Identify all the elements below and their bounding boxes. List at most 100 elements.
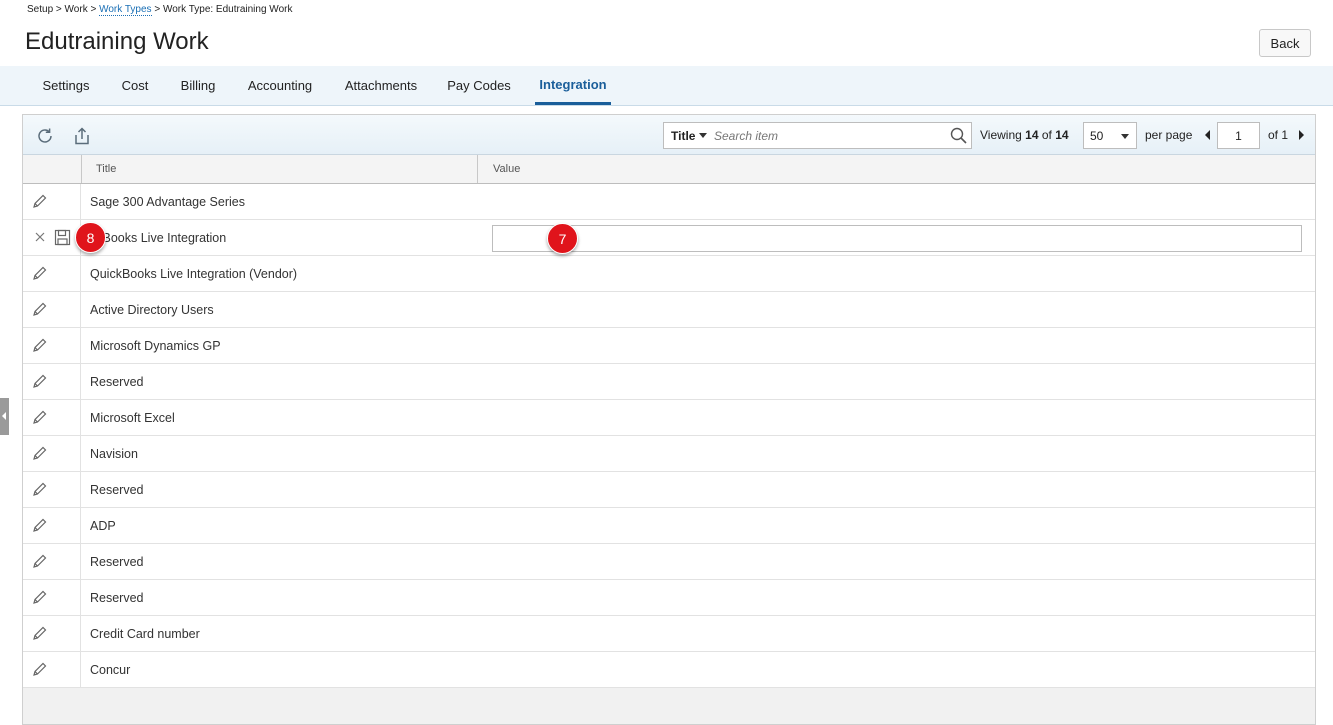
- table-row: Reserved: [23, 364, 1315, 400]
- grid-body: Sage 300 Advantage Series ckBooks Live I…: [23, 184, 1315, 688]
- save-icon[interactable]: [54, 229, 71, 246]
- grid-header: Title Value: [23, 155, 1315, 184]
- breadcrumb-work[interactable]: Work: [65, 4, 88, 15]
- tab-bar: Settings Cost Billing Accounting Attachm…: [0, 66, 1333, 106]
- column-header-value[interactable]: Value: [478, 155, 1314, 183]
- search-field-label: Title: [671, 128, 696, 143]
- grid-toolbar: Title Viewing 14 of 14 50 per page of 1: [23, 115, 1315, 155]
- row-title: Navision: [90, 446, 138, 461]
- viewing-total: 14: [1055, 128, 1069, 142]
- row-title: ADP: [90, 518, 116, 533]
- breadcrumb: Setup > Work > Work Types > Work Type: E…: [27, 4, 293, 16]
- integration-grid: Title Viewing 14 of 14 50 per page of 1 …: [22, 114, 1316, 725]
- sidebar-toggle-handle[interactable]: [0, 398, 9, 435]
- row-title: Active Directory Users: [90, 302, 214, 317]
- column-header-title[interactable]: Title: [81, 155, 477, 183]
- row-actions: [23, 220, 81, 255]
- edit-pencil-icon[interactable]: [31, 661, 48, 678]
- tab-pay-codes[interactable]: Pay Codes: [438, 66, 520, 105]
- export-icon[interactable]: [71, 125, 93, 147]
- edit-pencil-icon[interactable]: [31, 265, 48, 282]
- row-actions: [23, 508, 81, 543]
- tab-attachments[interactable]: Attachments: [332, 66, 430, 105]
- table-row: Concur: [23, 652, 1315, 688]
- table-row: Navision: [23, 436, 1315, 472]
- table-row: Active Directory Users: [23, 292, 1315, 328]
- edit-pencil-icon[interactable]: [31, 517, 48, 534]
- search-icon[interactable]: [949, 126, 968, 145]
- table-row: Microsoft Dynamics GP: [23, 328, 1315, 364]
- viewing-summary: Viewing 14 of 14: [980, 128, 1069, 142]
- tab-integration[interactable]: Integration: [535, 66, 611, 105]
- breadcrumb-separator: >: [90, 4, 97, 15]
- cancel-edit-icon[interactable]: [34, 231, 46, 243]
- edit-pencil-icon[interactable]: [31, 337, 48, 354]
- search-box: Title: [663, 122, 972, 149]
- tab-accounting[interactable]: Accounting: [236, 66, 324, 105]
- edit-pencil-icon[interactable]: [31, 589, 48, 606]
- tab-billing[interactable]: Billing: [168, 66, 228, 105]
- edit-pencil-icon[interactable]: [31, 553, 48, 570]
- row-actions: [23, 364, 81, 399]
- step-marker-badge: 8: [75, 222, 106, 253]
- page-count-label: of 1: [1268, 128, 1289, 142]
- value-input[interactable]: [492, 225, 1302, 252]
- edit-pencil-icon[interactable]: [31, 193, 48, 210]
- row-actions: [23, 328, 81, 363]
- edit-pencil-icon[interactable]: [31, 625, 48, 642]
- search-field-dropdown[interactable]: Title: [664, 123, 712, 148]
- viewing-of-label: of: [1041, 128, 1052, 142]
- row-title: Microsoft Excel: [90, 410, 175, 425]
- breadcrumb-current: Work Type: Edutraining Work: [162, 4, 293, 15]
- row-title: QuickBooks Live Integration (Vendor): [90, 266, 298, 281]
- next-page-icon[interactable]: [1299, 130, 1304, 140]
- viewing-label: Viewing: [980, 128, 1022, 142]
- edit-pencil-icon[interactable]: [31, 445, 48, 462]
- viewing-count: 14: [1025, 128, 1039, 142]
- page-title: Edutraining Work: [25, 28, 209, 55]
- edit-pencil-icon[interactable]: [31, 481, 48, 498]
- page-size-select[interactable]: 50: [1083, 122, 1137, 149]
- search-input[interactable]: [714, 125, 944, 146]
- back-button[interactable]: Back: [1259, 29, 1311, 57]
- per-page-label: per page: [1145, 128, 1193, 142]
- row-title: ckBooks Live Integration: [90, 230, 227, 245]
- page-size-value: 50: [1090, 128, 1104, 143]
- table-row: Reserved: [23, 580, 1315, 616]
- breadcrumb-setup[interactable]: Setup: [27, 4, 53, 15]
- row-actions: [23, 292, 81, 327]
- row-title: Microsoft Dynamics GP: [90, 338, 221, 353]
- row-actions: [23, 472, 81, 507]
- previous-page-icon[interactable]: [1205, 130, 1210, 140]
- row-title: Credit Card number: [90, 626, 200, 641]
- row-title: Reserved: [90, 554, 144, 569]
- breadcrumb-separator: >: [55, 4, 62, 15]
- table-row-editing: ckBooks Live Integration 8 7: [23, 220, 1315, 256]
- chevron-down-icon: [1121, 134, 1129, 139]
- edit-pencil-icon[interactable]: [31, 373, 48, 390]
- row-actions: [23, 652, 81, 687]
- tab-settings[interactable]: Settings: [30, 66, 102, 105]
- row-actions: [23, 436, 81, 471]
- row-title: Sage 300 Advantage Series: [90, 194, 245, 209]
- refresh-icon[interactable]: [34, 125, 56, 147]
- row-actions: [23, 400, 81, 435]
- row-actions: [23, 616, 81, 651]
- table-row: Reserved: [23, 544, 1315, 580]
- edit-pencil-icon[interactable]: [31, 301, 48, 318]
- row-title: Concur: [90, 662, 131, 677]
- row-actions: [23, 256, 81, 291]
- table-row: Sage 300 Advantage Series: [23, 184, 1315, 220]
- table-row: Credit Card number: [23, 616, 1315, 652]
- table-row: ADP: [23, 508, 1315, 544]
- step-marker-badge: 7: [547, 223, 578, 254]
- row-actions: [23, 580, 81, 615]
- table-row: Microsoft Excel: [23, 400, 1315, 436]
- edit-pencil-icon[interactable]: [31, 409, 48, 426]
- page-number-input[interactable]: [1217, 122, 1260, 149]
- breadcrumb-work-types-link[interactable]: Work Types: [99, 4, 152, 16]
- breadcrumb-separator: >: [154, 4, 161, 15]
- table-row: QuickBooks Live Integration (Vendor): [23, 256, 1315, 292]
- chevron-down-icon: [699, 133, 708, 138]
- tab-cost[interactable]: Cost: [110, 66, 160, 105]
